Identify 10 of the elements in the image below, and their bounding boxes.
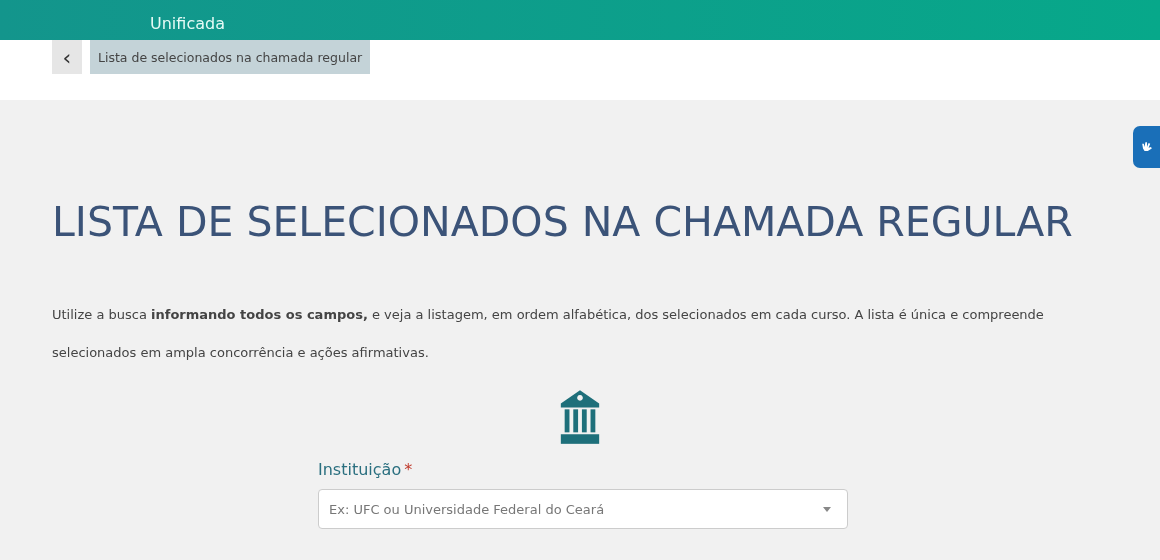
back-button[interactable]: ‹ xyxy=(52,40,82,74)
caret-icon xyxy=(823,506,831,512)
page-title: LISTA DE SELECIONADOS NA CHAMADA REGULAR xyxy=(52,200,1074,244)
sign-language-button[interactable] xyxy=(1133,126,1160,168)
breadcrumb-item[interactable]: Lista de selecionados na chamada regular xyxy=(90,40,371,74)
intro-paragraph: Utilize a busca informando todos os campos, e veja a listagem, em ordem alfabética, dos selecionados em cada curso. A lista é única e compreende selecionados em ampla concorrência e ações afirmativas. xyxy=(52,306,1045,362)
site-subtitle: Unificada xyxy=(150,15,225,33)
field-label: Instituição xyxy=(318,460,402,479)
institution-select[interactable]: Ex: UFC ou Universidade Federal do Ceará xyxy=(318,489,848,529)
required-mark: * xyxy=(404,460,413,479)
